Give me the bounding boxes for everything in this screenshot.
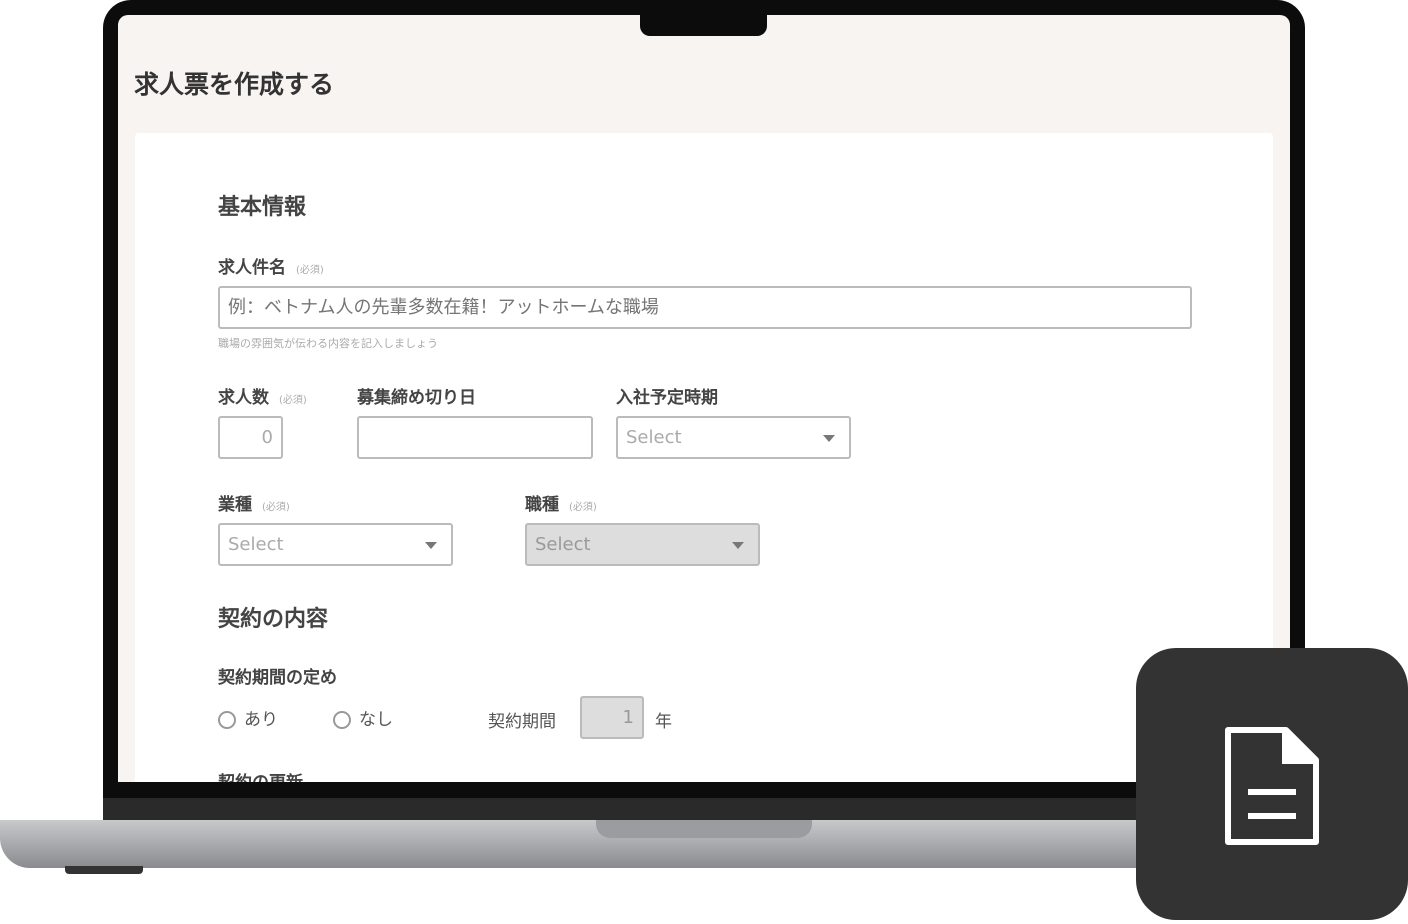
start-select-value: Select: [626, 427, 682, 448]
industry-select-value: Select: [228, 534, 284, 555]
openings-label: 求人数 (必須): [218, 388, 307, 408]
laptop-hinge: [103, 798, 1305, 820]
start-select[interactable]: Select: [616, 416, 851, 459]
radio-no[interactable]: なし: [333, 705, 393, 730]
industry-label: 業種 (必須): [218, 495, 290, 515]
contract-period-def-label: 契約期間の定め: [218, 668, 337, 688]
job-title-hint: 職場の雰囲気が伝わる内容を記入しましょう: [218, 337, 438, 350]
radio-circle[interactable]: [218, 711, 236, 729]
section-basic-info: 基本情報: [218, 195, 307, 220]
form-card: 基本情報 求人件名(必須) 職場の雰囲気が伝わる内容を記入しましょう 求人数(必…: [135, 133, 1273, 782]
contract-period-unit: 年: [655, 712, 672, 732]
page-title: 求人票を作成する: [134, 70, 335, 99]
laptop-foot: [65, 866, 143, 874]
deadline-input[interactable]: [357, 416, 593, 459]
contract-period-label: 契約期間: [488, 712, 556, 732]
section-contract: 契約の内容: [218, 607, 329, 632]
document-icon: [1136, 648, 1408, 920]
laptop-groove: [596, 820, 812, 838]
radio-yes[interactable]: あり: [218, 705, 278, 730]
deadline-label: 募集締め切り日: [357, 388, 476, 408]
occupation-select-value: Select: [535, 534, 591, 555]
radio-circle[interactable]: [333, 711, 351, 729]
contract-renewal-label: 契約の更新: [218, 768, 303, 782]
screen: 求人票を作成する 基本情報 求人件名(必須) 職場の雰囲気が伝わる内容を記入しま…: [118, 15, 1290, 782]
camera-notch: [640, 15, 767, 36]
occupation-select[interactable]: Select: [525, 523, 760, 566]
openings-input[interactable]: 0: [218, 416, 283, 459]
contract-period-input[interactable]: 1: [580, 696, 644, 739]
job-title-label: 求人件名 (必須): [218, 258, 324, 278]
job-title-input[interactable]: [218, 286, 1192, 329]
start-label: 入社予定時期: [616, 388, 718, 408]
industry-select[interactable]: Select: [218, 523, 453, 566]
occupation-label: 職種 (必須): [525, 495, 597, 515]
